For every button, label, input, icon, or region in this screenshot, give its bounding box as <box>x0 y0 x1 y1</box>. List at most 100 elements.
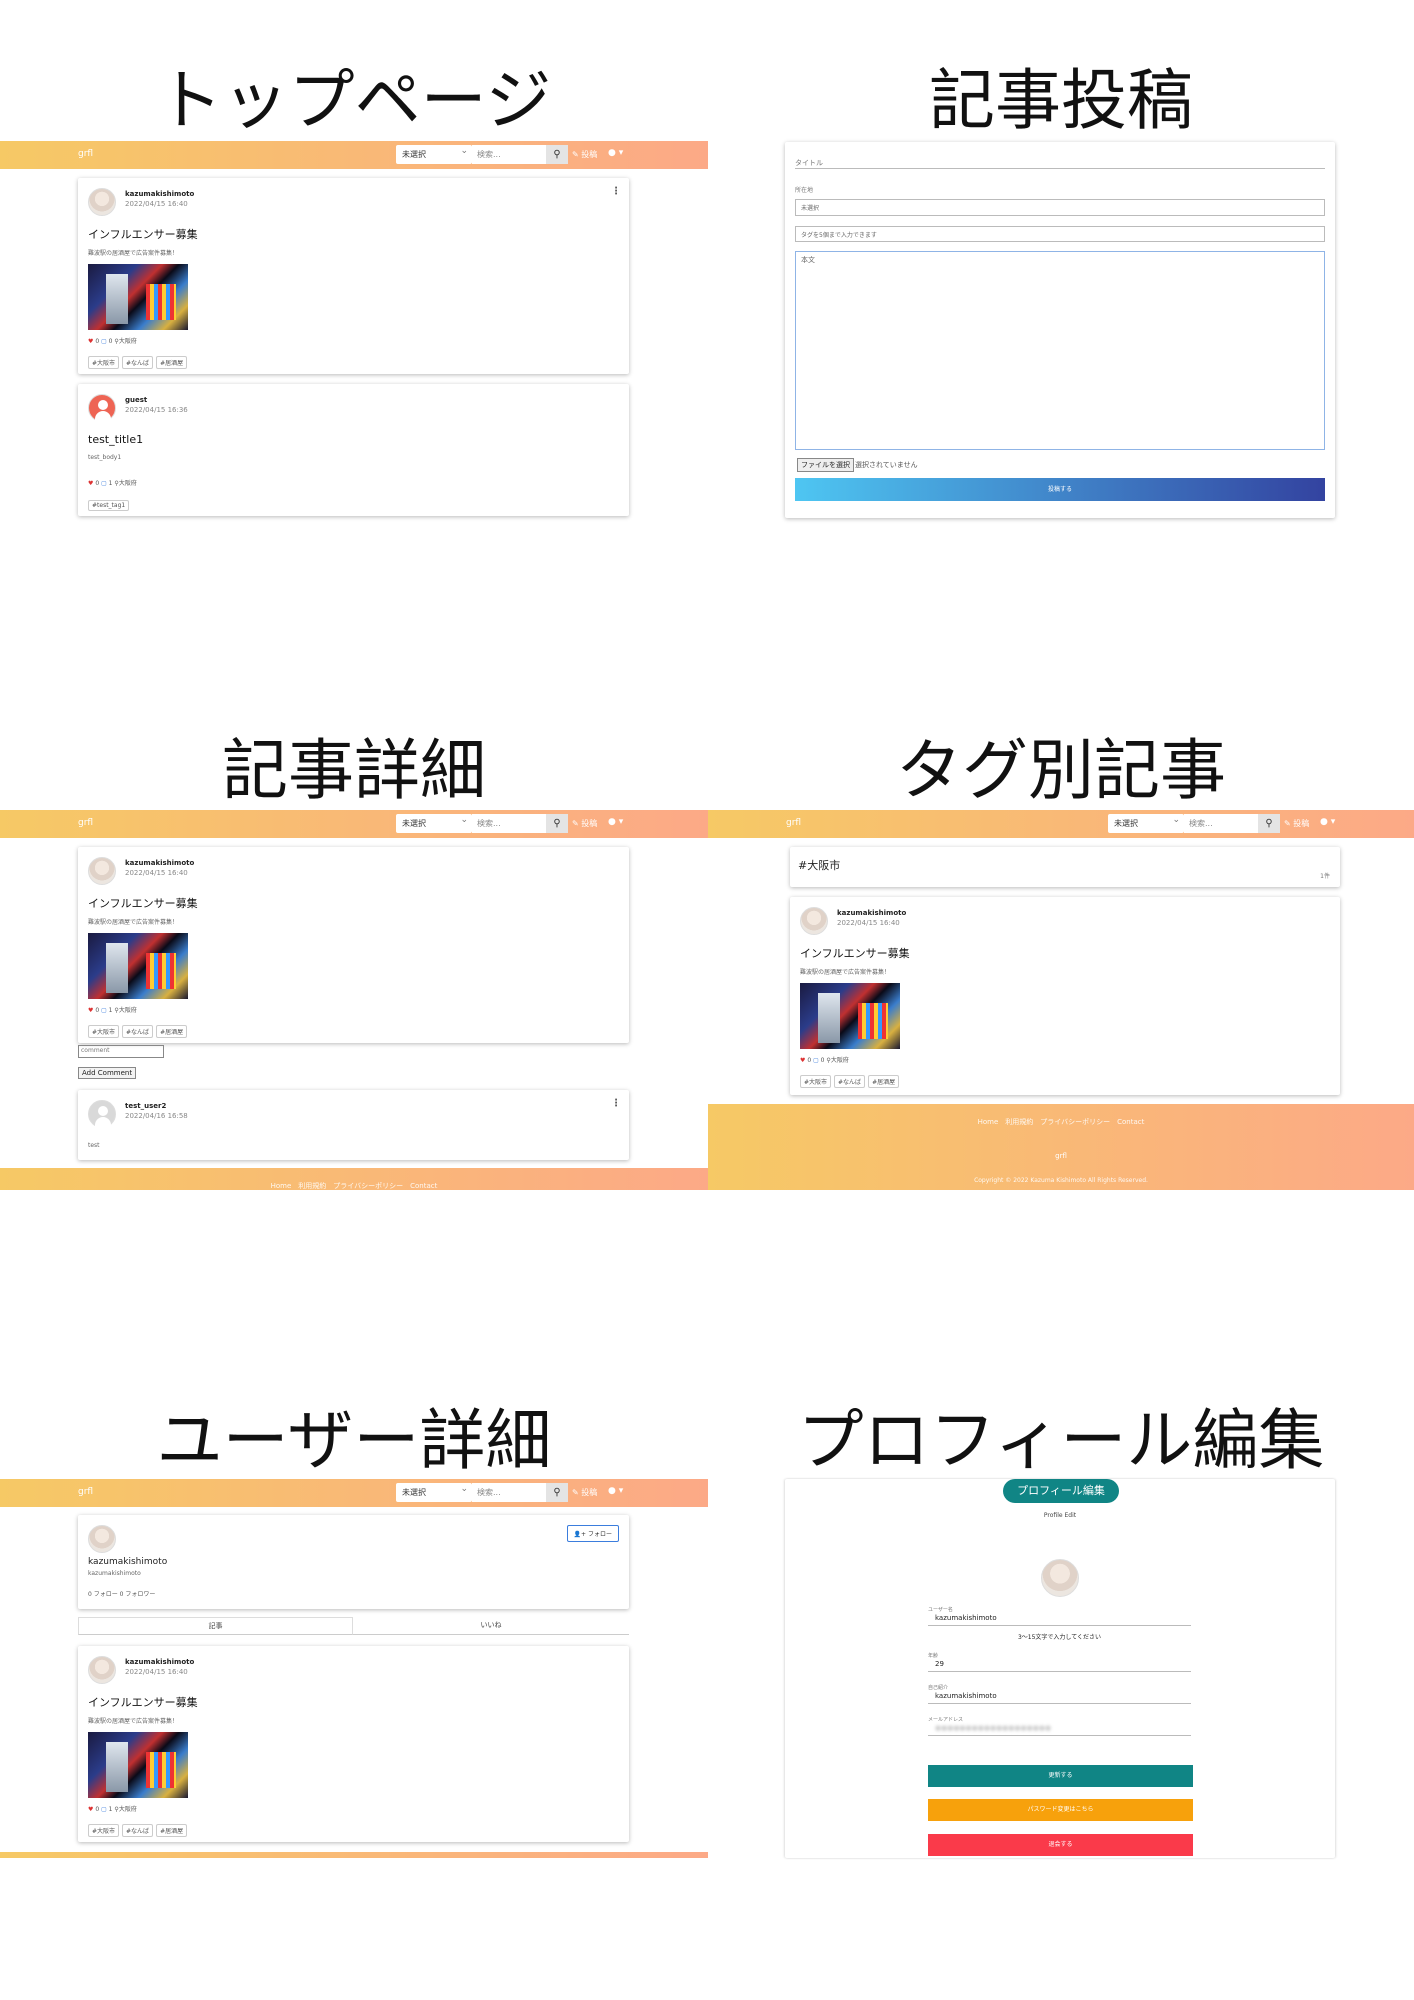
email-input[interactable]: ●●●●●●●●●●●●●●●●●●● <box>935 1724 1051 1732</box>
intro-input[interactable]: kazumakishimoto <box>935 1692 997 1700</box>
comment-username[interactable]: test_user2 <box>125 1102 166 1110</box>
prefecture-select[interactable]: 未選択 <box>396 814 472 833</box>
post-username[interactable]: kazumakishimoto <box>125 1658 194 1666</box>
footer-links[interactable]: Home 利用規約 プライバシーポリシー Contact <box>708 1117 1414 1127</box>
post-image[interactable] <box>88 933 188 999</box>
account-dropdown[interactable]: ● ▾ <box>1320 817 1335 827</box>
post-link[interactable]: ✎ 投稿 <box>572 149 597 160</box>
prefecture-select[interactable]: 未選択 <box>396 1483 472 1502</box>
heart-icon[interactable]: ♥ <box>88 338 93 345</box>
tab-articles[interactable]: 記事 <box>78 1617 353 1635</box>
more-menu-icon[interactable]: ⋮ <box>611 1098 621 1109</box>
heart-icon[interactable]: ♥ <box>88 1806 93 1813</box>
file-button[interactable]: ファイルを選択 <box>797 458 854 472</box>
tag-chip[interactable]: #大阪市 <box>88 1824 120 1837</box>
post-card[interactable]: kazumakishimoto 2022/04/15 16:40 インフルエンサ… <box>78 1646 629 1842</box>
location-select[interactable]: 未選択 <box>795 199 1325 216</box>
post-link[interactable]: ✎ 投稿 <box>1284 818 1309 829</box>
follow-counts[interactable]: 0 フォロー 0 フォロワー <box>88 1589 155 1598</box>
search-input[interactable]: 検索... <box>472 814 546 833</box>
submit-button[interactable]: 投稿する <box>795 478 1325 501</box>
follow-button[interactable]: 👤+ フォロー <box>566 1525 619 1542</box>
tag-chip[interactable]: #なんば <box>834 1075 866 1088</box>
body-textarea[interactable]: 本文 <box>795 251 1325 450</box>
account-dropdown[interactable]: ● ▾ <box>608 817 623 827</box>
search-input[interactable]: 検索... <box>1184 814 1258 833</box>
post-username[interactable]: guest <box>125 396 147 404</box>
post-card[interactable]: guest 2022/04/15 16:36 test_title1 test_… <box>78 384 629 516</box>
post-title[interactable]: test_title1 <box>88 433 143 446</box>
tag-chip[interactable]: #test_tag1 <box>88 500 130 511</box>
tag-chip[interactable]: #大阪市 <box>88 356 120 369</box>
avatar[interactable] <box>800 907 828 935</box>
post-username[interactable]: kazumakishimoto <box>125 190 194 198</box>
update-button[interactable]: 更新する <box>928 1765 1193 1787</box>
profile-avatar[interactable] <box>1041 1559 1079 1597</box>
avatar[interactable] <box>88 1100 116 1129</box>
tag-chip[interactable]: #居酒屋 <box>156 1025 188 1038</box>
post-title[interactable]: インフルエンサー募集 <box>800 945 910 961</box>
comment-icon[interactable]: ▢ <box>101 338 107 345</box>
tag-chip[interactable]: #居酒屋 <box>156 356 188 369</box>
heart-icon[interactable]: ♥ <box>88 1007 93 1014</box>
brand-logo[interactable]: grfl <box>78 818 93 828</box>
search-icon[interactable]: ⚲ <box>1258 814 1280 833</box>
comment-icon[interactable]: ▢ <box>101 480 107 487</box>
search-input[interactable]: 検索... <box>472 1483 546 1502</box>
post-card[interactable]: kazumakishimoto 2022/04/15 16:40 インフルエンサ… <box>790 897 1340 1095</box>
file-status: 選択されていません <box>855 461 918 469</box>
search-icon[interactable]: ⚲ <box>546 814 568 833</box>
account-dropdown[interactable]: ● ▾ <box>608 1486 623 1496</box>
tag-input[interactable]: タグを5個まで入力できます <box>795 226 1325 242</box>
tag-chip[interactable]: #居酒屋 <box>156 1824 188 1837</box>
change-password-button[interactable]: パスワード変更はこちら <box>928 1799 1193 1821</box>
heart-icon[interactable]: ♥ <box>88 480 93 487</box>
more-menu-icon[interactable]: ⋮ <box>611 186 621 197</box>
account-dropdown[interactable]: ● ▾ <box>608 148 623 158</box>
comment-icon[interactable]: ▢ <box>813 1057 819 1064</box>
tag-chip[interactable]: #大阪市 <box>88 1025 120 1038</box>
footer-brand[interactable]: grfl <box>708 1152 1414 1160</box>
tag-chip[interactable]: #居酒屋 <box>868 1075 900 1088</box>
add-comment-button[interactable]: Add Comment <box>78 1067 137 1079</box>
post-card[interactable]: kazumakishimoto 2022/04/15 16:40 インフルエンサ… <box>78 847 629 1043</box>
tag-chip[interactable]: #大阪市 <box>800 1075 832 1088</box>
brand-logo[interactable]: grfl <box>78 1487 93 1497</box>
tag-chip[interactable]: #なんば <box>122 356 154 369</box>
footer-links[interactable]: Home 利用規約 プライバシーポリシー Contact <box>0 1181 708 1190</box>
comment-input[interactable]: comment <box>78 1045 164 1058</box>
avatar[interactable] <box>88 394 116 423</box>
post-link[interactable]: ✎ 投稿 <box>572 1487 597 1498</box>
comment-icon[interactable]: ▢ <box>101 1806 107 1813</box>
title-input[interactable] <box>795 168 1325 169</box>
comment-icon[interactable]: ▢ <box>101 1007 107 1014</box>
avatar[interactable] <box>88 188 116 216</box>
search-icon[interactable]: ⚲ <box>546 145 568 164</box>
heart-icon[interactable]: ♥ <box>800 1057 805 1064</box>
post-date: 2022/04/15 16:40 <box>125 1668 188 1676</box>
age-input[interactable]: 29 <box>935 1660 944 1668</box>
post-image[interactable] <box>88 264 188 330</box>
avatar[interactable] <box>88 1656 116 1684</box>
brand-logo[interactable]: grfl <box>78 149 93 159</box>
post-username[interactable]: kazumakishimoto <box>837 909 906 917</box>
tab-likes[interactable]: いいね <box>353 1617 629 1635</box>
post-image[interactable] <box>88 1732 188 1798</box>
title-detail: 記事詳細 <box>222 732 486 809</box>
avatar[interactable] <box>88 857 116 885</box>
search-input[interactable]: 検索... <box>472 145 546 164</box>
username-input[interactable]: kazumakishimoto <box>935 1614 997 1622</box>
post-link[interactable]: ✎ 投稿 <box>572 818 597 829</box>
tag-chip[interactable]: #なんば <box>122 1824 154 1837</box>
withdraw-button[interactable]: 退会する <box>928 1834 1193 1856</box>
post-title[interactable]: インフルエンサー募集 <box>88 1694 198 1710</box>
search-icon[interactable]: ⚲ <box>546 1483 568 1502</box>
post-card[interactable]: kazumakishimoto 2022/04/15 16:40 ⋮ インフルエ… <box>78 178 629 374</box>
post-title[interactable]: インフルエンサー募集 <box>88 226 198 242</box>
prefecture-select[interactable]: 未選択 <box>1108 814 1184 833</box>
post-username[interactable]: kazumakishimoto <box>125 859 194 867</box>
prefecture-select[interactable]: 未選択 <box>396 145 472 164</box>
tag-chip[interactable]: #なんば <box>122 1025 154 1038</box>
post-image[interactable] <box>800 983 900 1049</box>
brand-logo[interactable]: grfl <box>786 818 801 828</box>
